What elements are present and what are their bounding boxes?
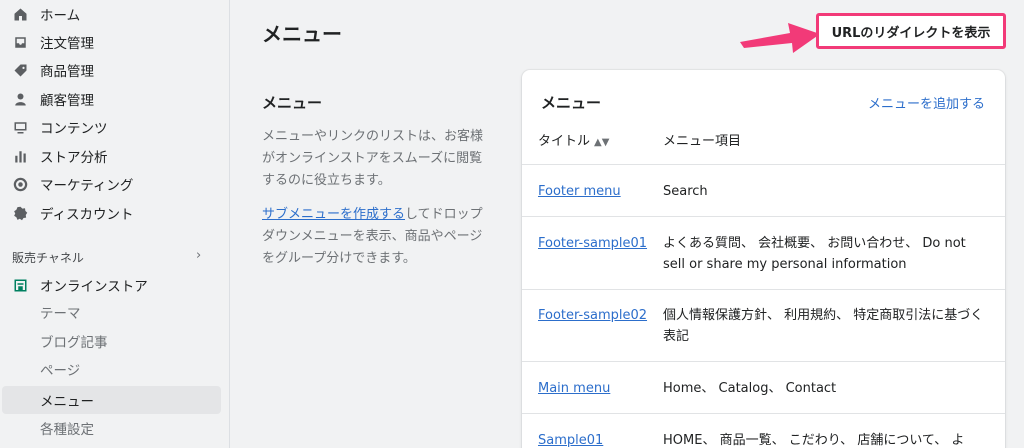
- sidebar-subitem-preferences[interactable]: 各種設定: [40, 414, 220, 442]
- menus-card: メニュー メニューを追加する タイトル ▲▼ メニュー項目 Footer menu…: [522, 70, 1005, 448]
- row-divider: [522, 361, 1005, 362]
- store-icon: [12, 277, 28, 293]
- sidebar-item-label: 商品管理: [40, 64, 94, 80]
- sidebar-subitem-themes[interactable]: テーマ: [40, 298, 220, 326]
- menu-items-text: Search: [663, 184, 708, 199]
- card-title: メニュー: [541, 94, 602, 112]
- chevron-right-icon[interactable]: ›: [196, 248, 201, 263]
- menu-title-link[interactable]: Footer menu: [538, 181, 648, 202]
- menu-items-text: よくある質問、 会社概要、 お問い合わせ、 Do not sell or sha…: [663, 236, 966, 272]
- sidebar: ホーム 注文管理 商品管理 顧客管理 コンテンツ ストア分析 マーケティング デ…: [0, 0, 230, 448]
- discount-icon: [12, 205, 28, 221]
- sidebar-item-home[interactable]: ホーム: [12, 0, 80, 28]
- page-title: メニュー: [262, 22, 342, 46]
- sidebar-subitem-pages[interactable]: ページ: [40, 355, 220, 383]
- row-divider: [522, 164, 1005, 165]
- row-divider: [522, 413, 1005, 414]
- sidebar-item-label: コンテンツ: [40, 121, 108, 137]
- sort-icon[interactable]: ▲▼: [594, 137, 609, 148]
- menu-title-link[interactable]: Sample01: [538, 430, 648, 448]
- row-divider: [522, 216, 1005, 217]
- sidebar-item-content[interactable]: コンテンツ: [12, 113, 108, 141]
- column-header-title-label: タイトル: [538, 134, 591, 149]
- tag-icon: [12, 62, 28, 78]
- sidebar-item-customers[interactable]: 顧客管理: [12, 85, 94, 113]
- column-header-title[interactable]: タイトル ▲▼: [538, 130, 609, 149]
- menu-title-link[interactable]: Footer-sample01: [538, 233, 648, 254]
- home-icon: [12, 6, 28, 22]
- menu-title-link[interactable]: Main menu: [538, 378, 648, 399]
- sidebar-item-discounts[interactable]: ディスカウント: [12, 199, 134, 227]
- view-url-redirects-button[interactable]: URLのリダイレクトを表示: [816, 13, 1006, 49]
- sidebar-item-label: 顧客管理: [40, 93, 94, 109]
- sidebar-item-orders[interactable]: 注文管理: [12, 28, 94, 56]
- sidebar-item-label: ホーム: [40, 8, 81, 24]
- column-header-items: メニュー項目: [663, 134, 742, 149]
- row-divider: [522, 289, 1005, 290]
- create-submenu-link[interactable]: サブメニューを作成する: [262, 207, 405, 222]
- bar-chart-icon: [12, 148, 28, 164]
- inbox-icon: [12, 34, 28, 50]
- sidebar-item-products[interactable]: 商品管理: [12, 56, 94, 84]
- sidebar-item-label: ストア分析: [40, 150, 108, 166]
- sidebar-item-analytics[interactable]: ストア分析: [12, 142, 108, 170]
- sales-channels-label: 販売チャネル: [12, 251, 84, 265]
- content-icon: [12, 119, 28, 135]
- sidebar-item-online-store[interactable]: オンラインストア: [12, 271, 148, 299]
- sidebar-item-label: ディスカウント: [40, 207, 134, 223]
- sidebar-subitem-blog-posts[interactable]: ブログ記事: [40, 327, 220, 355]
- section-heading: メニュー: [262, 94, 323, 112]
- submenu-description: サブメニューを作成するしてドロップダウンメニューを表示、商品やページをグループ分…: [262, 204, 492, 270]
- menu-items-text: HOME、 商品一覧、 こだわり、 店舗について、 よ: [663, 433, 965, 448]
- sidebar-item-label: オンラインストア: [40, 279, 148, 295]
- sidebar-subitem-menus[interactable]: メニュー: [2, 386, 221, 414]
- sidebar-item-marketing[interactable]: マーケティング: [12, 170, 133, 198]
- highlight-arrow-icon: [740, 23, 820, 53]
- sidebar-item-label: 注文管理: [40, 36, 94, 52]
- add-menu-link[interactable]: メニューを追加する: [868, 93, 985, 112]
- person-icon: [12, 91, 28, 107]
- sidebar-item-label: マーケティング: [40, 178, 134, 194]
- target-icon: [12, 176, 28, 192]
- menu-items-text: Home、 Catalog、 Contact: [663, 381, 837, 396]
- section-description: メニューやリンクのリストは、お客様がオンラインストアをスムーズに閲覧するのに役立…: [262, 129, 484, 188]
- menu-items-text: 個人情報保護方針、 利用規約、 特定商取引法に基づく表記: [663, 308, 984, 344]
- menu-title-link[interactable]: Footer-sample02: [538, 305, 648, 326]
